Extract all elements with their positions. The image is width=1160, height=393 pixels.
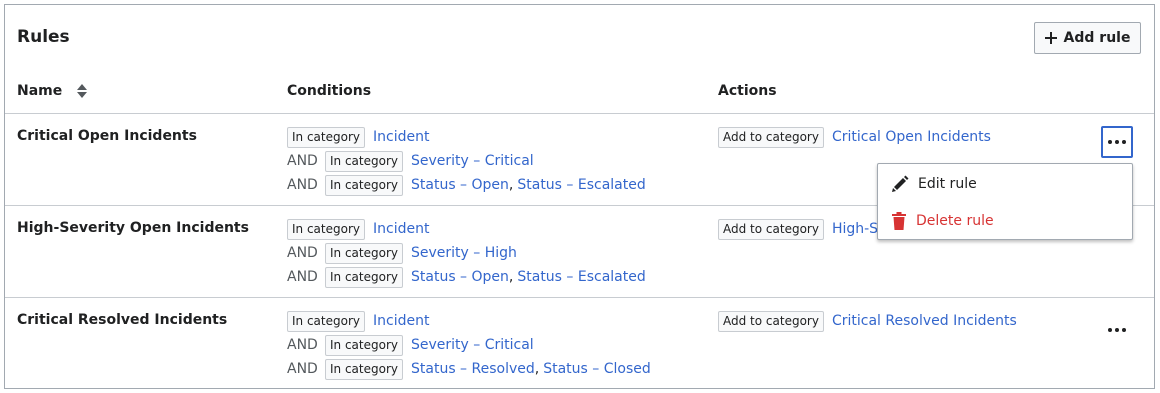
rule-actions: Add to category Critical Open Incidents	[718, 125, 991, 149]
condition-line: AND In category Status – Open, Status – …	[287, 173, 646, 197]
rule-conditions: In category Incident AND In category Sev…	[287, 309, 651, 381]
category-link[interactable]: Severity – Critical	[411, 153, 534, 169]
action-line: Add to category Critical Open Incidents	[718, 125, 991, 149]
category-link[interactable]: Critical Open Incidents	[832, 129, 991, 145]
condition-tag: In category	[325, 150, 403, 172]
page-title: Rules	[17, 27, 70, 47]
add-rule-button[interactable]: Add rule	[1034, 22, 1141, 54]
and-operator: AND	[287, 337, 318, 353]
action-tag: Add to category	[718, 218, 824, 240]
condition-tag: In category	[325, 266, 403, 288]
category-link[interactable]: Status – Escalated	[517, 177, 645, 193]
action-tag: Add to category	[718, 310, 824, 332]
more-icon	[1108, 140, 1126, 144]
rule-conditions: In category Incident AND In category Sev…	[287, 217, 646, 289]
action-tag: Add to category	[718, 126, 824, 148]
condition-tag: In category	[325, 174, 403, 196]
rule-name: High-Severity Open Incidents	[17, 220, 249, 236]
condition-line: AND In category Status – Resolved, Statu…	[287, 357, 651, 381]
column-name-label: Name	[17, 83, 63, 99]
category-link[interactable]: Status – Open	[411, 177, 509, 193]
condition-tag: In category	[325, 242, 403, 264]
link-separator: ,	[508, 269, 514, 285]
delete-rule-menu-item[interactable]: Delete rule	[878, 202, 1132, 239]
condition-line: AND In category Severity – Critical	[287, 149, 646, 173]
and-operator: AND	[287, 269, 318, 285]
category-link[interactable]: Severity – Critical	[411, 337, 534, 353]
rule-actions-menu: Edit rule Delete rule	[877, 163, 1133, 240]
and-operator: AND	[287, 245, 318, 261]
condition-line: AND In category Status – Open, Status – …	[287, 265, 646, 289]
condition-tag: In category	[325, 334, 403, 356]
more-actions-button[interactable]	[1101, 126, 1133, 158]
and-operator: AND	[287, 361, 318, 377]
rule-name: Critical Open Incidents	[17, 128, 197, 144]
category-link[interactable]: Status – Escalated	[517, 269, 645, 285]
category-link[interactable]: Status – Open	[411, 269, 509, 285]
category-link[interactable]: Status – Resolved	[411, 361, 535, 377]
category-link[interactable]: Critical Resolved Incidents	[832, 313, 1017, 329]
link-separator: ,	[534, 361, 540, 377]
plus-icon	[1044, 32, 1057, 44]
category-link[interactable]: Status – Closed	[543, 361, 651, 377]
sort-icon[interactable]	[77, 84, 88, 98]
and-operator: AND	[287, 177, 318, 193]
category-link[interactable]: Severity – High	[411, 245, 517, 261]
more-actions-button[interactable]	[1101, 314, 1133, 346]
category-link[interactable]: Incident	[373, 221, 429, 237]
pencil-icon	[892, 175, 909, 192]
more-icon	[1108, 328, 1126, 332]
condition-tag: In category	[287, 218, 365, 240]
rule-actions: Add to category Critical Resolved Incide…	[718, 309, 1017, 333]
condition-line: AND In category Severity – Critical	[287, 333, 651, 357]
condition-line: In category Incident	[287, 125, 646, 149]
rule-name: Critical Resolved Incidents	[17, 312, 228, 328]
table-row: Critical Resolved Incidents In category …	[5, 298, 1154, 390]
action-line: Add to category Critical Resolved Incide…	[718, 309, 1017, 333]
add-rule-label: Add rule	[1063, 30, 1131, 46]
condition-line: In category Incident	[287, 217, 646, 241]
column-header-name[interactable]: Name	[17, 83, 88, 99]
trash-icon	[892, 211, 906, 230]
edit-rule-label: Edit rule	[918, 175, 977, 192]
link-separator: ,	[508, 177, 514, 193]
condition-tag: In category	[287, 310, 365, 332]
delete-rule-label: Delete rule	[916, 212, 994, 229]
condition-tag: In category	[325, 358, 403, 380]
condition-tag: In category	[287, 126, 365, 148]
category-link[interactable]: Incident	[373, 129, 429, 145]
category-link[interactable]: Incident	[373, 313, 429, 329]
rule-conditions: In category Incident AND In category Sev…	[287, 125, 646, 197]
column-header-conditions: Conditions	[287, 83, 372, 99]
condition-line: In category Incident	[287, 309, 651, 333]
edit-rule-menu-item[interactable]: Edit rule	[878, 165, 1132, 202]
column-header-actions: Actions	[718, 83, 777, 99]
condition-line: AND In category Severity – High	[287, 241, 646, 265]
rules-panel: Rules Add rule Name Conditions Actions C…	[4, 4, 1155, 389]
and-operator: AND	[287, 153, 318, 169]
